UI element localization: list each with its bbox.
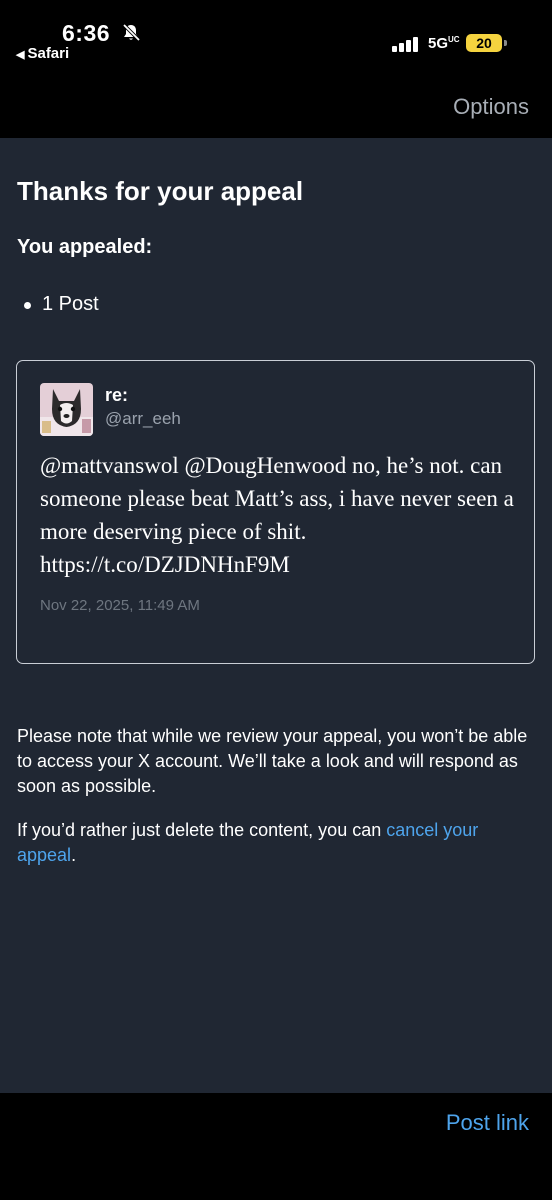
cellular-signal-icon [392, 36, 422, 52]
appealed-heading: You appealed: [17, 236, 153, 258]
cancel-prefix: If you’d rather just delete the content,… [17, 820, 387, 840]
battery-icon: 20 [466, 34, 507, 52]
back-triangle-icon: ◀ [16, 49, 25, 61]
post-link-button[interactable]: Post link [446, 1110, 529, 1136]
bottom-bar: Post link [0, 1093, 552, 1200]
appeal-content: Thanks for your appeal You appealed: 1 P… [0, 138, 552, 1093]
network-type: 5GUC [428, 35, 460, 52]
post-author-handle: @arr_eeh [105, 409, 181, 428]
page-title: Thanks for your appeal [17, 176, 304, 206]
appealed-item: 1 Post [24, 293, 99, 315]
back-to-app-button[interactable]: ◀ Safari [16, 45, 69, 62]
back-app-label: Safari [27, 45, 70, 62]
options-button[interactable]: Options [453, 94, 529, 120]
post-author-name: re: [105, 385, 129, 405]
post-text: @mattvanswol @DougHenwood no, he’s not. … [40, 453, 514, 577]
review-note: Please note that while we review your ap… [17, 726, 528, 796]
nav-bar: Options [0, 80, 552, 138]
avatar [40, 383, 93, 436]
clock: 6:36 [62, 20, 111, 46]
post-card: re: @arr_eeh @mattvanswol @DougHenwood n… [16, 360, 535, 664]
status-bar: 6:36 ◀ Safari 5GUC 20 [0, 0, 552, 80]
bell-slash-icon [121, 23, 141, 48]
cancel-suffix: . [71, 845, 77, 865]
post-timestamp: Nov 22, 2025, 11:49 AM [40, 597, 200, 614]
cancel-paragraph: If you’d rather just delete the content,… [17, 818, 537, 868]
